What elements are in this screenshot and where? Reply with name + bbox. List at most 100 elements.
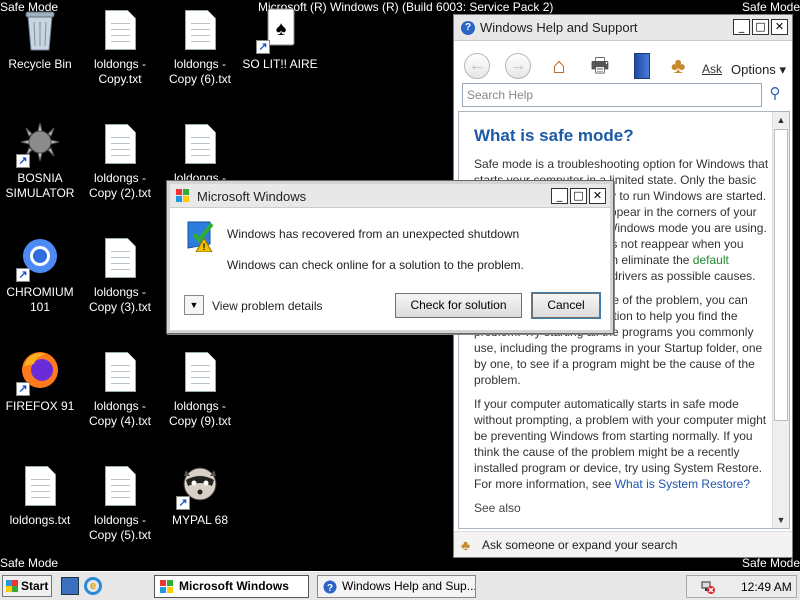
back-button[interactable]: ← [464,53,490,79]
help-question-icon: ? [323,580,337,594]
text-file-icon [96,6,144,54]
spiked-ball-icon: ↗ [16,120,64,168]
see-also-heading: See also [474,501,521,515]
safe-mode-label-top-right: Safe Mode [741,0,800,14]
help-article-heading: What is safe mode? [474,126,634,145]
maximize-button[interactable]: □ [752,19,769,35]
desktop-icon-label: loldongs.txt [9,513,71,527]
text-file-icon [176,348,224,396]
desktop-icon-recycle-bin[interactable]: Recycle Bin [0,6,80,72]
desktop-icon-text-file[interactable]: loldongs - Copy (5).txt [80,462,160,543]
text-file-icon [96,348,144,396]
close-button[interactable]: ✕ [771,19,788,35]
dialog-message-secondary: Windows can check online for a solution … [227,258,524,272]
system-restore-link[interactable]: What is System Restore? [615,477,750,491]
desktop-icon-text-file[interactable]: loldongs - Copy (6).txt [160,6,240,87]
text-file-icon [96,120,144,168]
start-button[interactable]: Start [2,575,52,597]
shortcut-arrow-icon: ↗ [16,382,30,396]
desktop-icon-text-file[interactable]: loldongs.txt [0,462,80,528]
desktop-icon-label: loldongs - Copy (5).txt [88,513,151,542]
shortcut-arrow-icon: ↗ [16,268,30,282]
search-icon[interactable]: ⚲ [766,85,784,103]
desktop-icon-text-file[interactable]: loldongs - Copy (9).txt [160,348,240,429]
ask-button[interactable]: Ask [702,62,722,76]
desktop-icon-text-file[interactable]: loldongs - Copy (3).txt [80,234,160,315]
shortcut-arrow-icon: ↗ [16,154,30,168]
ask-people-icon[interactable]: ♣ [671,53,685,79]
desktop-icon-chromium[interactable]: ↗ CHROMIUM 101 [0,234,80,315]
desktop-icon-label: SO LIT!! AIRE [242,57,318,71]
text-file-icon [96,462,144,510]
desktop-icon-label: loldongs - Copy (2).txt [88,171,151,200]
shortcut-arrow-icon: ↗ [176,496,190,510]
scroll-down-arrow-icon[interactable]: ▼ [773,512,789,528]
chevron-down-icon[interactable]: ▼ [184,295,204,315]
start-label: Start [21,579,49,593]
desktop-icon-label: CHROMIUM 101 [6,285,74,314]
desktop-icon-text-file[interactable]: loldongs - Copy (4).txt [80,348,160,429]
network-disconnected-icon[interactable] [701,580,715,594]
minimize-button[interactable]: _ [551,188,568,204]
system-tray: 12:49 AM [686,575,797,598]
text-file-icon [176,6,224,54]
help-paragraph: If your computer automatically starts in… [474,397,767,491]
desktop-icon-solitaire[interactable]: ♠ ↗ SO LIT!! AIRE [240,6,320,72]
home-icon[interactable]: ⌂ [546,53,572,79]
scrollbar-thumb[interactable] [774,129,788,421]
taskbar-app-microsoft-windows[interactable]: Microsoft Windows [154,575,309,598]
taskbar-app-help-and-support[interactable]: ? Windows Help and Sup... [317,575,476,598]
desktop-icon-label: Recycle Bin [8,57,72,71]
help-question-icon: ? [461,21,475,35]
people-icon: ♣ [461,537,471,553]
taskbar-app-label: Microsoft Windows [179,579,289,593]
chromium-icon: ↗ [16,234,64,282]
check-for-solution-button[interactable]: Check for solution [395,293,522,318]
show-desktop-icon[interactable] [61,577,79,595]
desktop-icon-firefox[interactable]: ↗ FIREFOX 91 [0,348,80,414]
options-label: Options [731,62,776,77]
view-details-link[interactable]: View problem details [212,299,323,313]
firefox-icon: ↗ [16,348,64,396]
shortcut-arrow-icon: ↗ [256,40,270,54]
help-footer[interactable]: ♣ Ask someone or expand your search [454,531,792,557]
text-file-icon [16,462,64,510]
internet-explorer-icon[interactable]: e [84,577,102,595]
close-button[interactable]: ✕ [589,188,606,204]
recovery-dialog: Microsoft Windows _ □ ✕ ! Windows has re… [166,180,614,334]
shield-checkmark-icon: ! [187,221,214,252]
windows-logo-icon [160,580,173,593]
svg-text:♠: ♠ [276,18,287,40]
svg-text:!: ! [203,242,206,252]
svg-text:?: ? [327,583,333,594]
forward-button[interactable]: → [505,53,531,79]
text-file-icon [176,120,224,168]
cancel-button[interactable]: Cancel [531,292,601,319]
dialog-message-primary: Windows has recovered from an unexpected… [227,227,520,241]
vertical-scrollbar[interactable]: ▲ ▼ [772,112,789,528]
windows-logo-icon [176,189,189,202]
scroll-up-arrow-icon[interactable]: ▲ [773,112,789,128]
options-menu[interactable]: Options ▾ [731,62,786,78]
raccoon-icon: ↗ [176,462,224,510]
ask-someone-link[interactable]: Ask someone or expand your search [482,538,677,552]
print-icon[interactable]: 🖶 [587,53,613,79]
desktop-icon-text-file[interactable]: loldongs - Copy (2).txt [80,120,160,201]
desktop-icon-text-file[interactable]: loldongs - [160,120,240,186]
minimize-button[interactable]: _ [733,19,750,35]
windows-flag-icon [6,580,18,592]
help-window-titlebar[interactable]: ? Windows Help and Support _ □ ✕ [454,15,792,41]
browse-help-icon[interactable] [634,53,650,79]
clock[interactable]: 12:49 AM [741,580,792,594]
dialog-title: Microsoft Windows [197,189,307,204]
desktop-icon-text-file[interactable]: loldongs - Copy.txt [80,6,160,87]
desktop-icon-bosnia-simulator[interactable]: ↗ BOSNIA SIMULATOR [0,120,80,201]
help-window-title: Windows Help and Support [480,20,638,35]
search-input[interactable]: Search Help [462,83,762,107]
desktop-icon-mypal[interactable]: ↗ MYPAL 68 [160,462,240,528]
dialog-titlebar[interactable]: Microsoft Windows _ □ ✕ [170,184,610,208]
safe-mode-label-bottom-right: Safe Mode [741,556,800,570]
desktop-icon-label: loldongs - Copy (4).txt [88,399,151,428]
desktop-icon-label: loldongs - Copy (6).txt [168,57,231,86]
maximize-button[interactable]: □ [570,188,587,204]
